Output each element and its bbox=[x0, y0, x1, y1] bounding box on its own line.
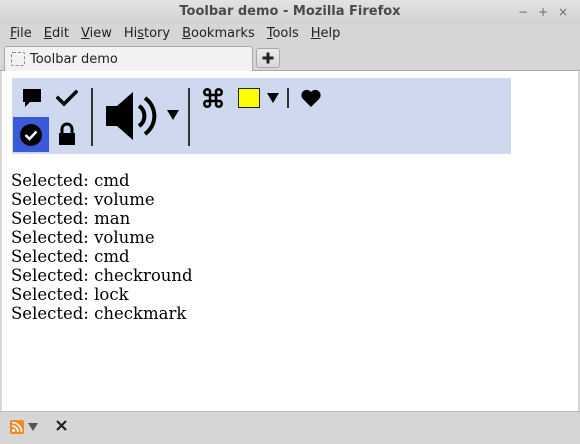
comment-icon bbox=[23, 89, 41, 107]
log-line: Selected: checkmark bbox=[11, 304, 187, 323]
tab-toolbar-demo[interactable]: Toolbar demo bbox=[4, 46, 253, 71]
menu-edit-accel: E bbox=[43, 26, 52, 41]
menu-edit-label: dit bbox=[52, 26, 69, 41]
rss-feed-button[interactable] bbox=[10, 420, 38, 434]
lock-button[interactable] bbox=[55, 121, 79, 147]
menubar: File Edit View History Bookmarks Tools H… bbox=[0, 24, 580, 44]
heart-button[interactable] bbox=[299, 86, 323, 110]
window-controls: − + × bbox=[514, 3, 572, 21]
log-line: Selected: volume bbox=[11, 228, 155, 247]
log-line: Selected: lock bbox=[11, 285, 129, 304]
minimize-button[interactable]: − bbox=[514, 3, 532, 21]
menu-help[interactable]: Help bbox=[305, 24, 347, 44]
statusbar bbox=[0, 411, 580, 444]
toolbar-separator bbox=[91, 88, 93, 146]
rss-icon bbox=[10, 420, 24, 434]
menu-view-accel: V bbox=[80, 26, 90, 41]
menu-history-label: tory bbox=[144, 26, 171, 41]
selection-log: Selected: cmd Selected: volume Selected:… bbox=[11, 171, 193, 323]
demo-toolbar bbox=[12, 78, 511, 154]
color-dropdown-button[interactable] bbox=[266, 91, 280, 105]
comment-button[interactable] bbox=[20, 86, 44, 110]
chevron-down-icon bbox=[267, 93, 279, 103]
checkmark-button[interactable] bbox=[55, 86, 79, 110]
menu-view[interactable]: View bbox=[75, 24, 118, 44]
checkmark-icon bbox=[56, 89, 78, 107]
menu-help-accel: H bbox=[310, 26, 321, 41]
menu-bookmarks[interactable]: Bookmarks bbox=[176, 24, 261, 44]
page-content: Selected: cmd Selected: volume Selected:… bbox=[2, 71, 578, 411]
close-icon bbox=[56, 420, 67, 431]
volume-button[interactable] bbox=[102, 86, 164, 146]
chevron-down-icon bbox=[167, 110, 179, 120]
cmd-button[interactable] bbox=[200, 86, 226, 110]
color-swatch bbox=[238, 88, 260, 108]
window-titlebar: Toolbar demo - Mozilla Firefox − + × bbox=[0, 0, 580, 24]
color-picker-button[interactable] bbox=[236, 86, 262, 110]
log-line: Selected: cmd bbox=[11, 247, 130, 266]
volume-icon bbox=[106, 92, 157, 140]
new-tab-button[interactable] bbox=[256, 48, 280, 68]
tab-strip: Toolbar demo bbox=[0, 44, 580, 71]
page-favicon-icon bbox=[11, 52, 25, 66]
heart-icon bbox=[301, 89, 321, 107]
menu-tools-label: ools bbox=[272, 26, 299, 41]
chevron-down-icon bbox=[28, 423, 38, 431]
menu-file[interactable]: File bbox=[4, 24, 38, 44]
log-line: Selected: cmd bbox=[11, 171, 130, 190]
maximize-button[interactable]: + bbox=[534, 3, 552, 21]
checkround-icon bbox=[20, 123, 42, 146]
window-title: Toolbar demo - Mozilla Firefox bbox=[179, 4, 401, 19]
menu-edit[interactable]: Edit bbox=[38, 24, 75, 44]
menu-help-label: elp bbox=[320, 26, 341, 41]
toolbar-separator bbox=[188, 88, 190, 146]
menu-view-label: iew bbox=[89, 26, 112, 41]
menu-history-pre: Hi bbox=[123, 26, 138, 41]
menu-history[interactable]: History bbox=[118, 24, 176, 44]
lock-icon bbox=[59, 122, 75, 145]
menu-history-accel: s bbox=[137, 26, 144, 41]
tab-label: Toolbar demo bbox=[30, 51, 118, 67]
close-statusbar-button[interactable] bbox=[56, 420, 67, 431]
log-line: Selected: volume bbox=[11, 190, 155, 209]
toolbar-separator bbox=[287, 88, 289, 108]
volume-dropdown-button[interactable] bbox=[166, 108, 180, 122]
menu-bookmarks-label: ookmarks bbox=[191, 26, 255, 41]
plus-icon bbox=[262, 52, 274, 64]
close-button[interactable]: × bbox=[554, 3, 572, 21]
log-line: Selected: checkround bbox=[11, 266, 193, 285]
checkround-button[interactable] bbox=[13, 117, 49, 152]
menu-bookmarks-accel: B bbox=[182, 26, 192, 41]
log-line: Selected: man bbox=[11, 209, 131, 228]
menu-file-label: ile bbox=[16, 26, 32, 41]
cmd-icon bbox=[203, 88, 223, 108]
menu-tools[interactable]: Tools bbox=[261, 24, 305, 44]
